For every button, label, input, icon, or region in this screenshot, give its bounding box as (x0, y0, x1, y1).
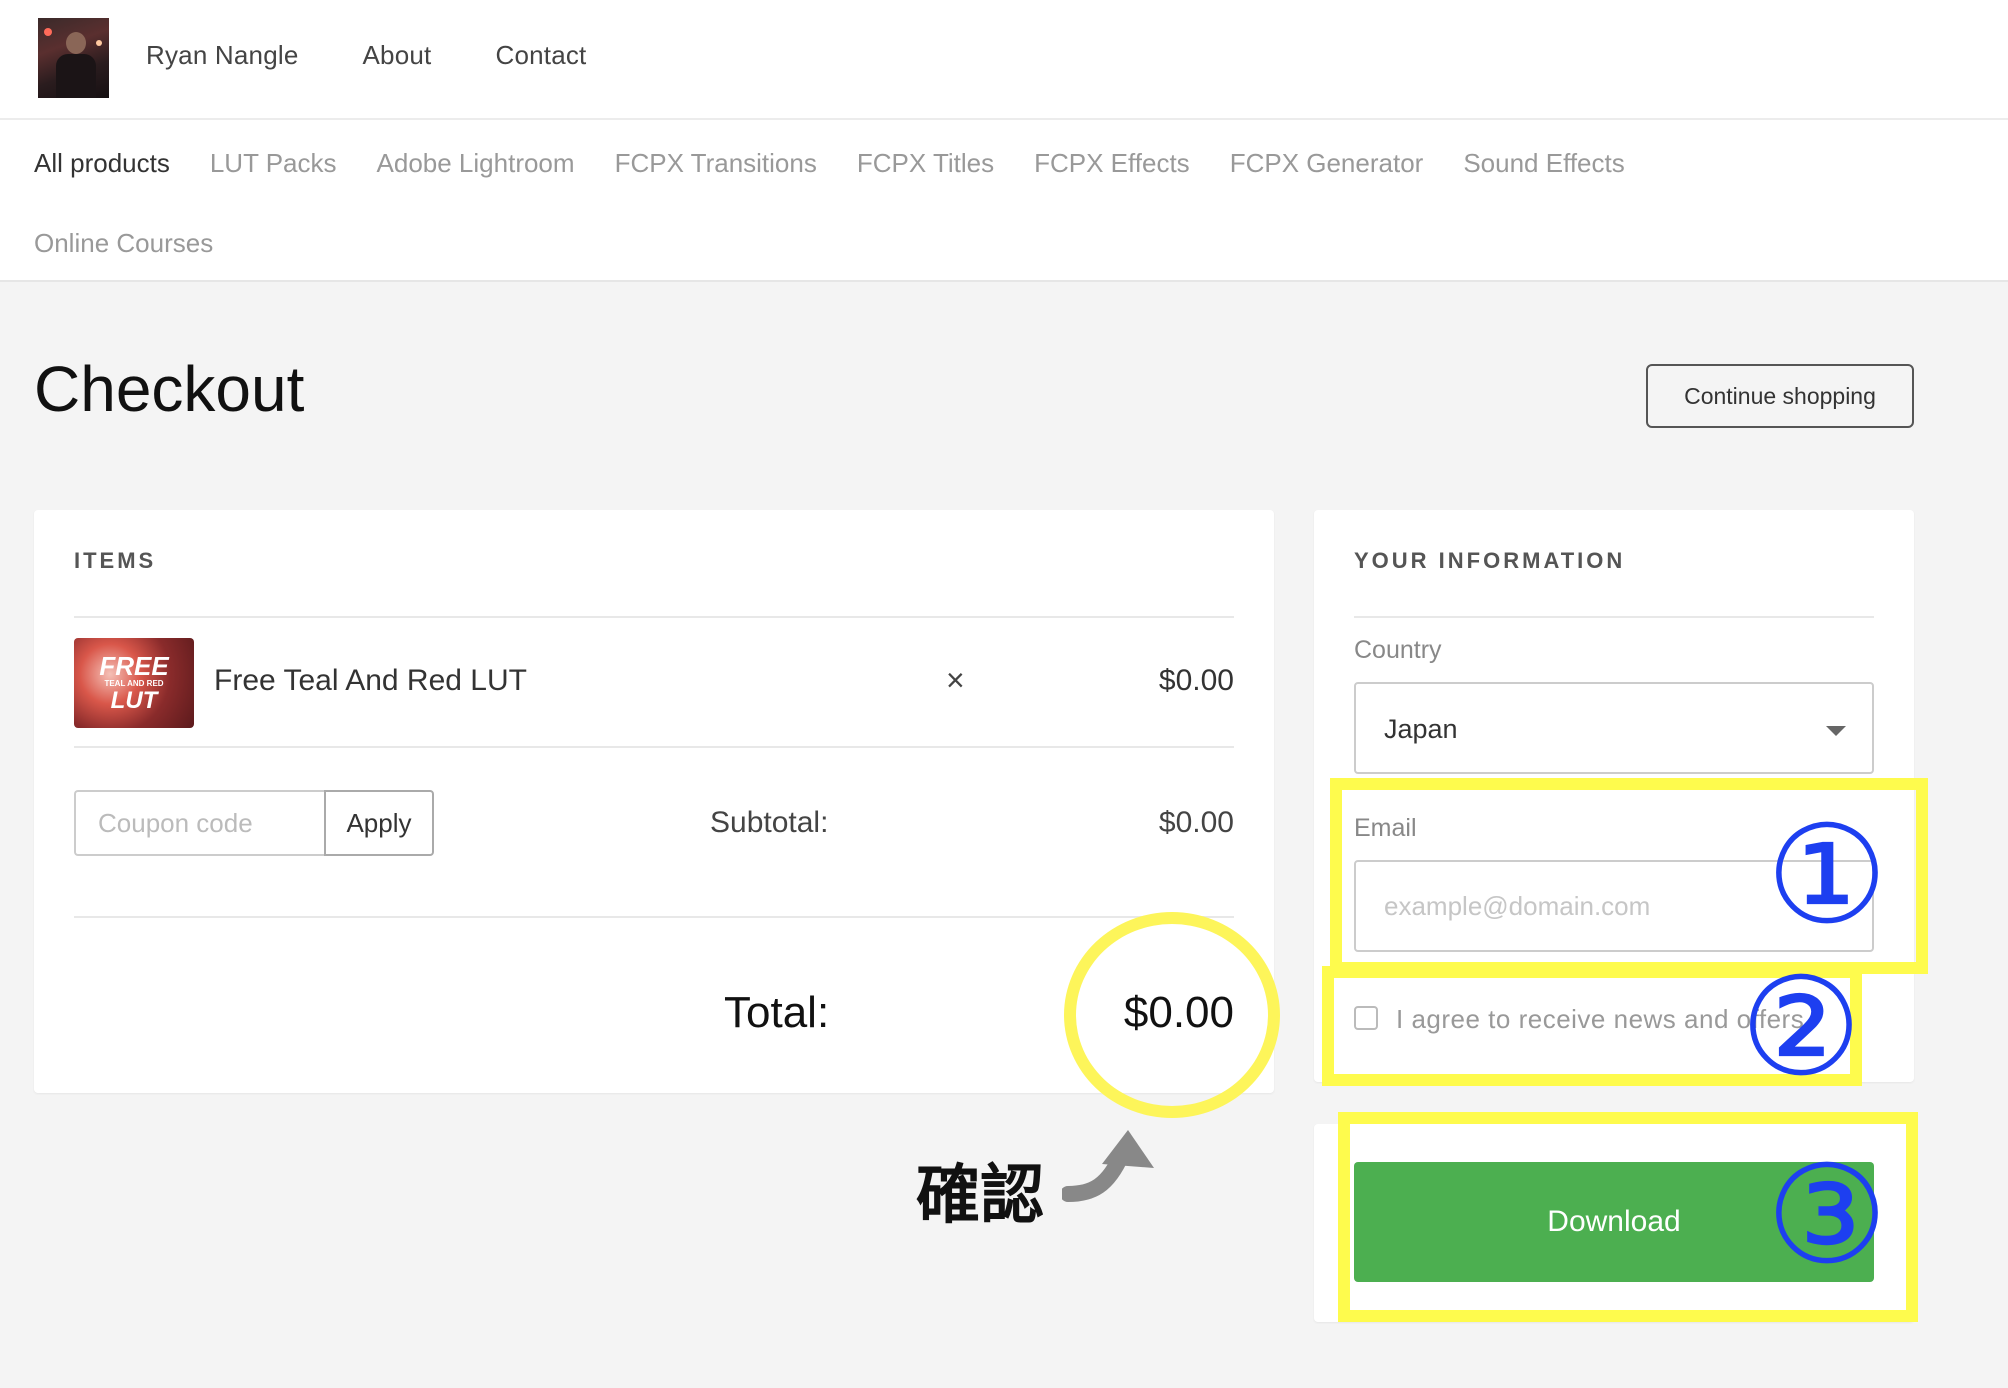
divider (74, 616, 1234, 618)
category-sound-effects[interactable]: Sound Effects (1463, 148, 1624, 179)
total-label: Total: (724, 988, 830, 1037)
thumb-text: FREE (99, 651, 169, 681)
nav-link-ryan-nangle[interactable]: Ryan Nangle (146, 40, 299, 71)
category-all-products[interactable]: All products (34, 148, 170, 179)
curved-arrow-icon (1062, 1130, 1154, 1202)
coupon-form: Apply (74, 790, 434, 856)
divider (74, 916, 1234, 918)
country-select[interactable]: Japan (1354, 682, 1874, 774)
top-nav: Ryan Nangle About Contact (146, 40, 586, 71)
page-title: Checkout (34, 353, 305, 425)
product-name[interactable]: Free Teal And Red LUT (214, 664, 527, 698)
thumb-text: LUT (110, 687, 158, 714)
continue-shopping-button[interactable]: Continue shopping (1646, 364, 1914, 428)
category-lut-packs[interactable]: LUT Packs (210, 148, 337, 179)
product-price: $0.00 (1158, 664, 1234, 697)
subtotal-value: $0.00 (1158, 806, 1234, 839)
divider (74, 746, 1234, 748)
category-row: All products LUT Packs Adobe Lightroom F… (34, 148, 1625, 179)
items-heading: ITEMS (74, 548, 157, 573)
coupon-code-input[interactable] (74, 790, 324, 856)
category-online-courses[interactable]: Online Courses (34, 228, 213, 259)
category-adobe-lightroom[interactable]: Adobe Lightroom (377, 148, 575, 179)
category-fcpx-generator[interactable]: FCPX Generator (1230, 148, 1424, 179)
highlight-total-circle (1064, 912, 1280, 1118)
subtotal-label: Subtotal: (710, 806, 829, 839)
category-fcpx-effects[interactable]: FCPX Effects (1034, 148, 1190, 179)
information-heading: YOUR INFORMATION (1354, 548, 1626, 573)
apply-coupon-button[interactable]: Apply (324, 790, 434, 856)
step-number-2: ② (1740, 949, 1862, 1107)
step-number-1: ① (1766, 797, 1888, 955)
step-number-3: ③ (1766, 1137, 1888, 1295)
nav-link-about[interactable]: About (363, 40, 432, 71)
category-row: Online Courses (34, 228, 213, 259)
divider (1354, 616, 1874, 618)
country-selected-value: Japan (1384, 714, 1458, 744)
nav-link-contact[interactable]: Contact (495, 40, 586, 71)
category-nav: All products LUT Packs Adobe Lightroom F… (0, 120, 2008, 282)
chevron-down-icon (1826, 726, 1846, 736)
country-label: Country (1354, 636, 1442, 664)
site-header: Ryan Nangle About Contact (0, 0, 2008, 120)
category-fcpx-titles[interactable]: FCPX Titles (857, 148, 994, 179)
confirm-annotation-text: 確認 (916, 1159, 1044, 1233)
product-thumbnail[interactable]: FREE TEAL AND RED LUT (74, 638, 194, 728)
remove-item-icon[interactable]: × (946, 662, 965, 699)
avatar[interactable] (38, 18, 109, 98)
category-fcpx-transitions[interactable]: FCPX Transitions (615, 148, 817, 179)
